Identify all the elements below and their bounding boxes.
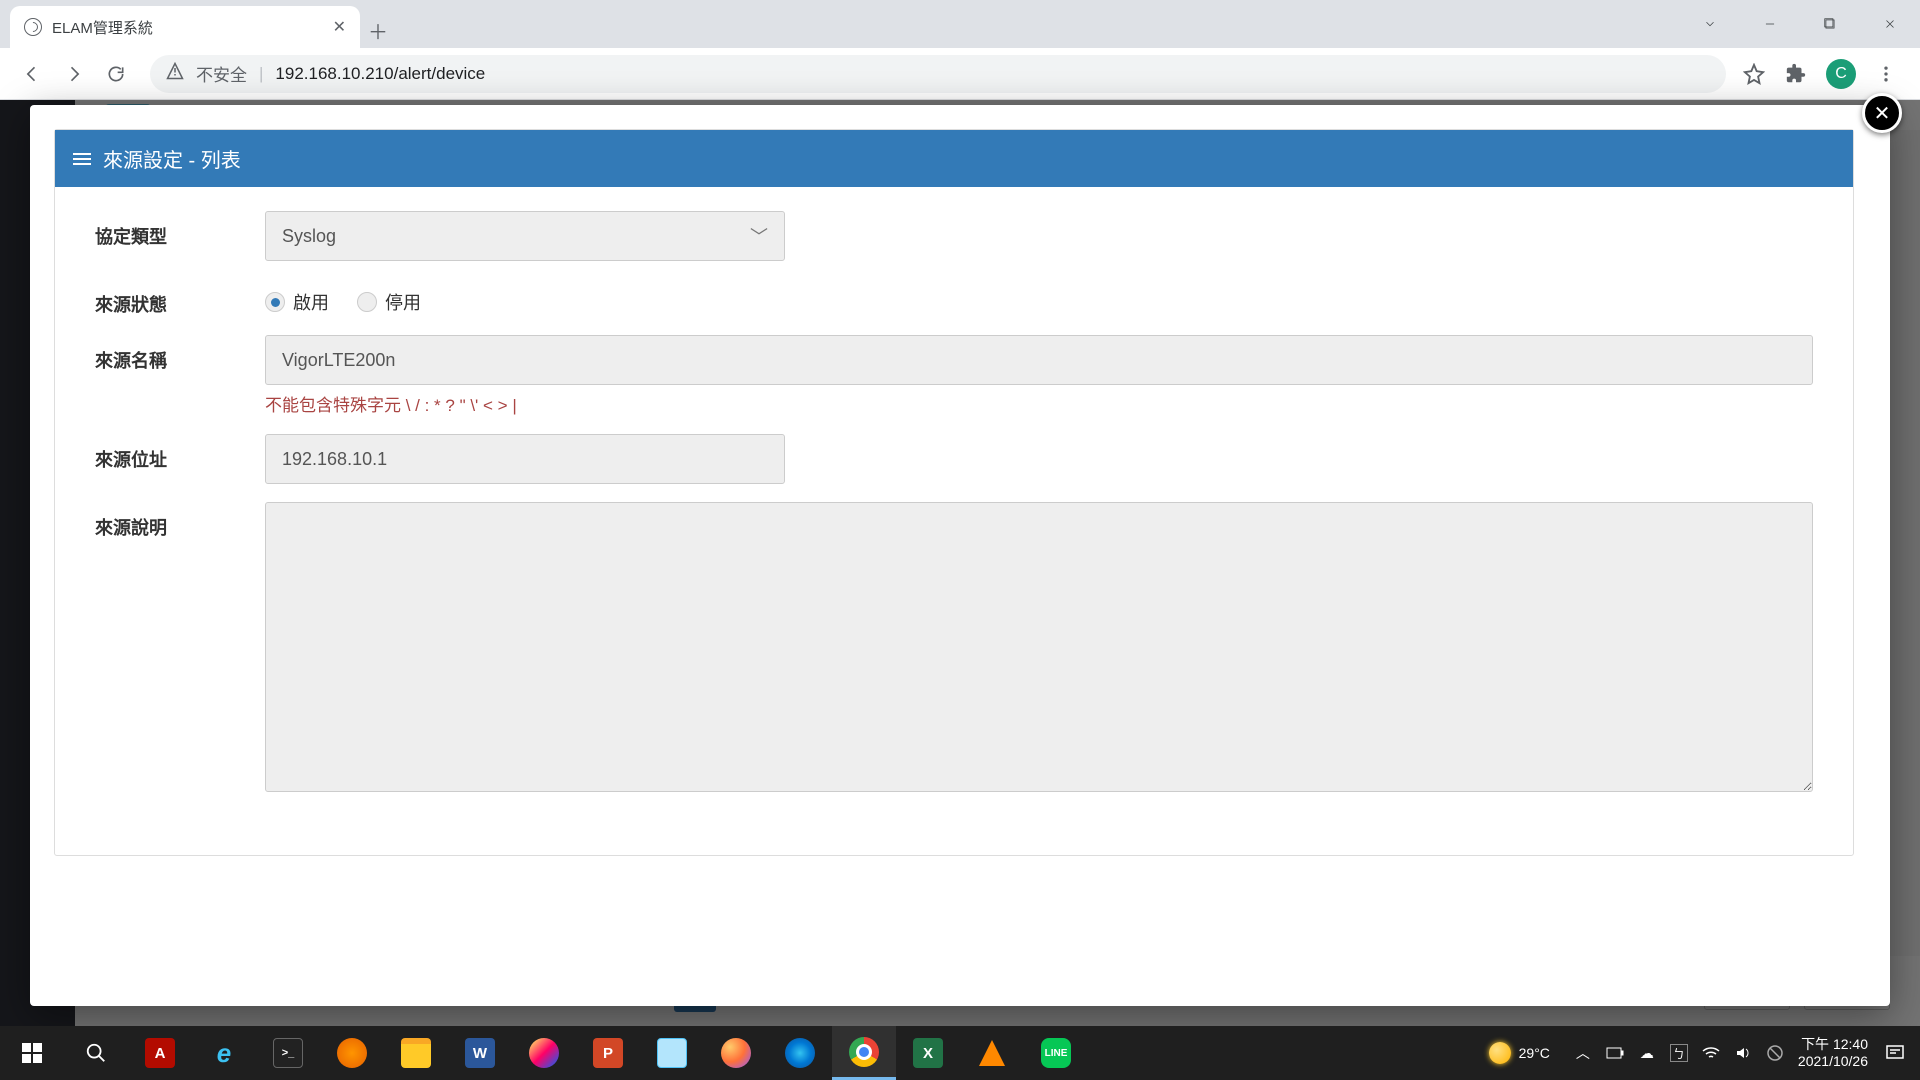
radio-label: 啟用 [293,289,329,315]
weather-widget[interactable]: 29°C [1489,1042,1550,1064]
tray-battery-icon[interactable] [1606,1044,1624,1062]
new-tab-button[interactable]: ＋ [360,12,396,48]
taskbar-app-ie[interactable]: e [192,1026,256,1080]
settings-panel: 來源設定 - 列表 協定類型 Syslog ﹀ 來源狀態 [54,129,1854,856]
radio-dot-icon [357,292,377,312]
maximize-button[interactable] [1800,0,1860,48]
close-icon[interactable]: ✕ [333,17,346,37]
taskbar-app-vlc[interactable] [960,1026,1024,1080]
taskbar-app-acrobat[interactable]: A [128,1026,192,1080]
source-address-input[interactable] [265,434,785,484]
taskbar-app-firefox[interactable] [704,1026,768,1080]
taskbar-clock[interactable]: 下午 12:40 2021/10/26 [1798,1036,1868,1071]
window-close-button[interactable] [1860,0,1920,48]
taskbar-app-line[interactable]: LINE [1024,1026,1088,1080]
modal-close-button[interactable]: ✕ [1862,93,1902,133]
tray-block-icon[interactable] [1766,1044,1784,1062]
taskbar-app-powerpoint[interactable]: P [576,1026,640,1080]
radio-dot-icon [265,292,285,312]
browser-tab[interactable]: ELAM管理系統 ✕ [10,6,360,48]
address-label: 來源位址 [95,434,265,472]
browser-titlebar: ELAM管理系統 ✕ ＋ [0,0,1920,48]
status-enabled-radio[interactable]: 啟用 [265,289,329,315]
tray-volume-icon[interactable] [1734,1044,1752,1062]
panel-header: 來源設定 - 列表 [55,130,1853,187]
extensions-icon[interactable] [1784,62,1808,86]
kebab-menu-icon[interactable] [1874,62,1898,86]
menu-icon [73,153,91,165]
windows-taskbar: A e >_ W P X LINE 29°C ︿ ☁ ㄅ 下午 12:40 20… [0,1026,1920,1080]
panel-body: 協定類型 Syslog ﹀ 來源狀態 [55,187,1853,855]
search-button[interactable] [64,1026,128,1080]
star-icon[interactable] [1742,62,1766,86]
protocol-select[interactable]: Syslog ﹀ [265,211,785,261]
url-text: 192.168.10.210/alert/device [275,64,485,84]
reload-button[interactable] [98,56,134,92]
clock-date: 2021/10/26 [1798,1053,1868,1071]
weather-temp: 29°C [1519,1045,1550,1061]
divider: | [259,64,263,84]
address-bar[interactable]: 不安全 | 192.168.10.210/alert/device [150,55,1726,93]
taskbar-app-terminal[interactable]: >_ [256,1026,320,1080]
status-disabled-radio[interactable]: 停用 [357,289,421,315]
forward-button[interactable] [56,56,92,92]
name-label: 來源名稱 [95,335,265,373]
name-hint: 不能包含特殊字元 \ / : * ? " \' < > | [265,391,1813,416]
radio-label: 停用 [385,289,421,315]
source-name-input[interactable] [265,335,1813,385]
globe-icon [24,18,42,36]
status-label: 來源狀態 [95,279,265,317]
taskbar-app-edge[interactable] [768,1026,832,1080]
clock-time: 下午 12:40 [1798,1036,1868,1054]
start-button[interactable] [0,1026,64,1080]
tab-title: ELAM管理系統 [52,17,323,38]
system-tray: 29°C ︿ ☁ ㄅ 下午 12:40 2021/10/26 [1489,1036,1920,1071]
tab-search-button[interactable] [1680,0,1740,48]
tray-wifi-icon[interactable] [1702,1044,1720,1062]
source-settings-modal: ✕ 來源設定 - 列表 協定類型 Syslog ﹀ [30,105,1890,1006]
tray-ime-icon[interactable]: ㄅ [1670,1044,1688,1062]
taskbar-app-excel[interactable]: X [896,1026,960,1080]
browser-toolbar: 不安全 | 192.168.10.210/alert/device C [0,48,1920,100]
taskbar-app-notepad[interactable] [640,1026,704,1080]
window-controls [1680,0,1920,48]
security-label: 不安全 [196,61,247,86]
modal-scroll-area[interactable]: 來源設定 - 列表 協定類型 Syslog ﹀ 來源狀態 [54,129,1866,982]
taskbar-app-explorer[interactable] [384,1026,448,1080]
protocol-label: 協定類型 [95,211,265,249]
not-secure-icon [166,62,184,85]
minimize-button[interactable] [1740,0,1800,48]
weather-icon [1489,1042,1511,1064]
profile-avatar[interactable]: C [1826,59,1856,89]
taskbar-app-firefox-dev[interactable] [320,1026,384,1080]
tray-chevron-icon[interactable]: ︿ [1574,1044,1592,1062]
protocol-value: Syslog [282,226,336,247]
source-description-textarea[interactable] [265,502,1813,792]
description-label: 來源說明 [95,502,265,540]
panel-title: 來源設定 - 列表 [103,144,241,173]
status-radio-group: 啟用 停用 [265,279,1813,315]
chevron-down-icon: ﹀ [750,223,768,249]
tray-cloud-icon[interactable]: ☁ [1638,1044,1656,1062]
page-viewport: 全選 ⇅ ⇅ ⇅ 建立日期 總筆數 8 1 筆數▾ 跳頁▾ 查看 ✕ 來源設定 … [0,100,1920,1026]
back-button[interactable] [14,56,50,92]
notifications-icon[interactable] [1882,1044,1908,1062]
taskbar-app-paint[interactable] [512,1026,576,1080]
taskbar-app-word[interactable]: W [448,1026,512,1080]
taskbar-app-chrome[interactable] [832,1026,896,1080]
